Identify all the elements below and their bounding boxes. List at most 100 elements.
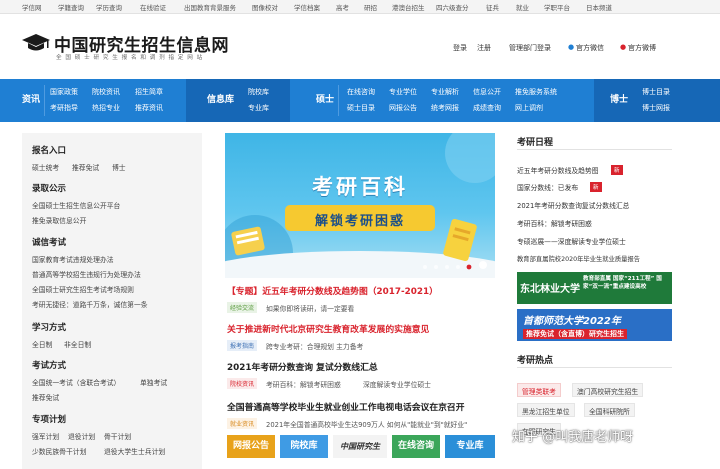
news-headline[interactable]: 【专题】近五年考研分数线及趋势图（2017-2021） [227,284,438,297]
nefu-banner[interactable]: 东北林业大学 教育部直属 国家“211工程” 国家“双一流”重点建设高校 [517,272,672,304]
nav-link[interactable]: 信息公开 [473,87,501,97]
official-weibo-link[interactable]: 官方微博 [628,43,656,53]
sidebar-link[interactable]: 骨干计划 [104,431,131,441]
topbar-link[interactable]: 学职平台 [544,2,570,12]
admin-login-link[interactable]: 管理部门登录 [509,43,551,53]
nav-link[interactable]: 专业库 [248,103,269,113]
topbar-link[interactable]: 征兵 [486,2,499,12]
topbar-link[interactable]: 学信网 [22,2,42,12]
sidebar-link[interactable]: 全国统一考试（含联合考试） [32,377,120,387]
news-headline[interactable]: 关于推进新时代北京研究生教育改革发展的实施意见 [227,322,429,335]
schedule-link[interactable]: 近五年考研分数线及趋势图 [517,165,599,175]
schedule-link[interactable]: 专硕巡展——深度解读专业学位硕士 [517,236,626,246]
school-db-button[interactable]: 院校库 [280,435,328,458]
sidebar-link[interactable]: 推荐免试 [72,162,99,172]
netreg-notice-button[interactable]: 网报公告 [227,435,275,458]
sidebar-link[interactable]: 全国硕士生招生信息公开平台 [32,200,120,210]
hot-tag[interactable]: 全国科研院所 [584,403,635,417]
nav-link[interactable]: 专业学位 [389,87,417,97]
sidebar-link[interactable]: 推免录取信息公开 [32,215,86,225]
nav-link[interactable]: 网上调剂 [515,103,543,113]
sidebar-link[interactable]: 硕士统考 [32,162,59,172]
nav-link[interactable]: 推荐资讯 [135,103,163,113]
news-headline[interactable]: 2021年考研分数查询 复试分数线汇总 [227,360,378,373]
section-title-kaoshi: 考试方式 [32,361,67,371]
nav-link[interactable]: 统考网报 [431,103,459,113]
topbar-link[interactable]: 学历查询 [96,2,122,12]
nav-link[interactable]: 考研指导 [50,103,78,113]
topbar-link[interactable]: 就业 [516,2,529,12]
nav-category-shuoshi[interactable]: 硕士 [316,92,334,105]
nav-link[interactable]: 推免服务系统 [515,87,557,97]
cnu-banner[interactable]: 首都师范大学2022年 推荐免试（含直博）研究生招生 [517,309,672,341]
news-summary[interactable]: 如果你即将读研，请一定要看 [266,303,354,313]
nav-category-xinxiku[interactable]: 信息库 [207,92,234,105]
online-consult-button[interactable]: 在线咨询 [392,435,440,458]
divider [517,149,672,150]
sidebar-link[interactable]: 单独考试 [140,377,167,387]
hot-title: 考研热点 [517,356,554,366]
nav-link[interactable]: 热招专业 [92,103,120,113]
sidebar-link[interactable]: 退役计划 [68,431,95,441]
schedule-link[interactable]: 国家分数线：已发布 [517,182,578,192]
major-db-button[interactable]: 专业库 [445,435,495,458]
carousel-banner[interactable]: 考研百科 解锁考研困惑 [225,133,495,278]
nav-link[interactable]: 博士目录 [642,87,670,97]
topbar-link[interactable]: 四六级查分 [436,2,469,12]
sidebar-link[interactable]: 强军计划 [32,431,59,441]
nav-link[interactable]: 博士网报 [642,103,670,113]
sidebar-link[interactable]: 非全日制 [64,339,91,349]
hot-tag[interactable]: 管理类联考 [517,383,561,397]
topbar-link[interactable]: 图像校对 [252,2,278,12]
topbar-link[interactable]: 研招 [364,2,377,12]
register-link[interactable]: 注册 [477,43,491,53]
news-summary[interactable]: 跨专业考研：合理规划 主力备考 [266,341,363,351]
schedule-link[interactable]: 2021年考研分数查询复试分数线汇总 [517,200,629,210]
section-title-zhuanxiang: 专项计划 [32,415,67,425]
topbar-link[interactable]: 出国教育背景服务 [184,2,236,12]
nav-link[interactable]: 专业解析 [431,87,459,97]
sidebar-link[interactable]: 少数民族骨干计划 [32,446,86,456]
news-summary[interactable]: 深度解读专业学位硕士 [363,379,431,389]
nav-link[interactable]: 招生简章 [135,87,163,97]
nav-link[interactable]: 院校资讯 [92,87,120,97]
nav-link[interactable]: 硕士目录 [347,103,375,113]
nav-link[interactable]: 国家政策 [50,87,78,97]
sidebar-link[interactable]: 博士 [112,162,126,172]
hot-tag[interactable]: 黑龙江招生单位 [517,403,575,417]
nav-category-zixun[interactable]: 资讯 [22,92,40,105]
news-summary[interactable]: 考研百科：解锁考研困惑 [266,379,341,389]
sidebar-link[interactable]: 推荐免试 [32,392,59,402]
news-tag: 院校资讯 [227,378,258,389]
official-wechat-link[interactable]: 官方微信 [576,43,604,53]
topbar-link[interactable]: 学籍查询 [58,2,84,12]
china-grad-journal-button[interactable]: 中国研究生 [333,435,387,458]
schedule-link[interactable]: 考研百科：解锁考研困惑 [517,218,592,228]
site-subtitle: 全 国 硕 士 研 究 生 报 名 和 调 剂 指 定 网 站 [56,55,204,61]
nav-link[interactable]: 院校库 [248,87,269,97]
topbar-link[interactable]: 港澳台招生 [392,2,425,12]
news-summary[interactable]: 2021年全国普通高校毕业生达909万人 如何从"能就业"到"就好业" [266,419,467,429]
nav-link[interactable]: 在线咨询 [347,87,375,97]
sidebar-link[interactable]: 考研无捷径：道路千万条，诚信第一条 [32,299,148,309]
nav-category-boshi[interactable]: 博士 [610,92,628,105]
schedule-link[interactable]: 教育部直属院校2020年毕业生就业质量报告 [517,254,640,263]
cnu-title: 首都师范大学2022年 [523,316,621,327]
hot-tag[interactable]: 澳门高校研究生招生 [572,383,644,397]
nefu-name: 东北林业大学 [520,284,580,295]
topbar-link[interactable]: 高考 [336,2,349,12]
sidebar-link[interactable]: 全国硕士研究生招生考试考场规则 [32,284,134,294]
banner-subtitle: 解锁考研困惑 [314,214,405,229]
topbar-link[interactable]: 在线验证 [140,2,166,12]
sidebar-link[interactable]: 全日制 [32,339,52,349]
news-headline[interactable]: 全国普通高等学校毕业生就业创业工作电视电话会议在京召开 [227,400,465,413]
wechat-icon: ● [568,43,575,51]
topbar-link[interactable]: 日本频道 [586,2,612,12]
topbar-link[interactable]: 学信档案 [294,2,320,12]
nav-link[interactable]: 成绩查询 [473,103,501,113]
sidebar-link[interactable]: 国家教育考试违规处理办法 [32,254,114,264]
login-link[interactable]: 登录 [453,43,467,53]
sidebar-link[interactable]: 普通高等学校招生违规行为处理办法 [32,269,141,279]
nav-link[interactable]: 网报公告 [389,103,417,113]
sidebar-link[interactable]: 退役大学生士兵计划 [104,446,165,456]
